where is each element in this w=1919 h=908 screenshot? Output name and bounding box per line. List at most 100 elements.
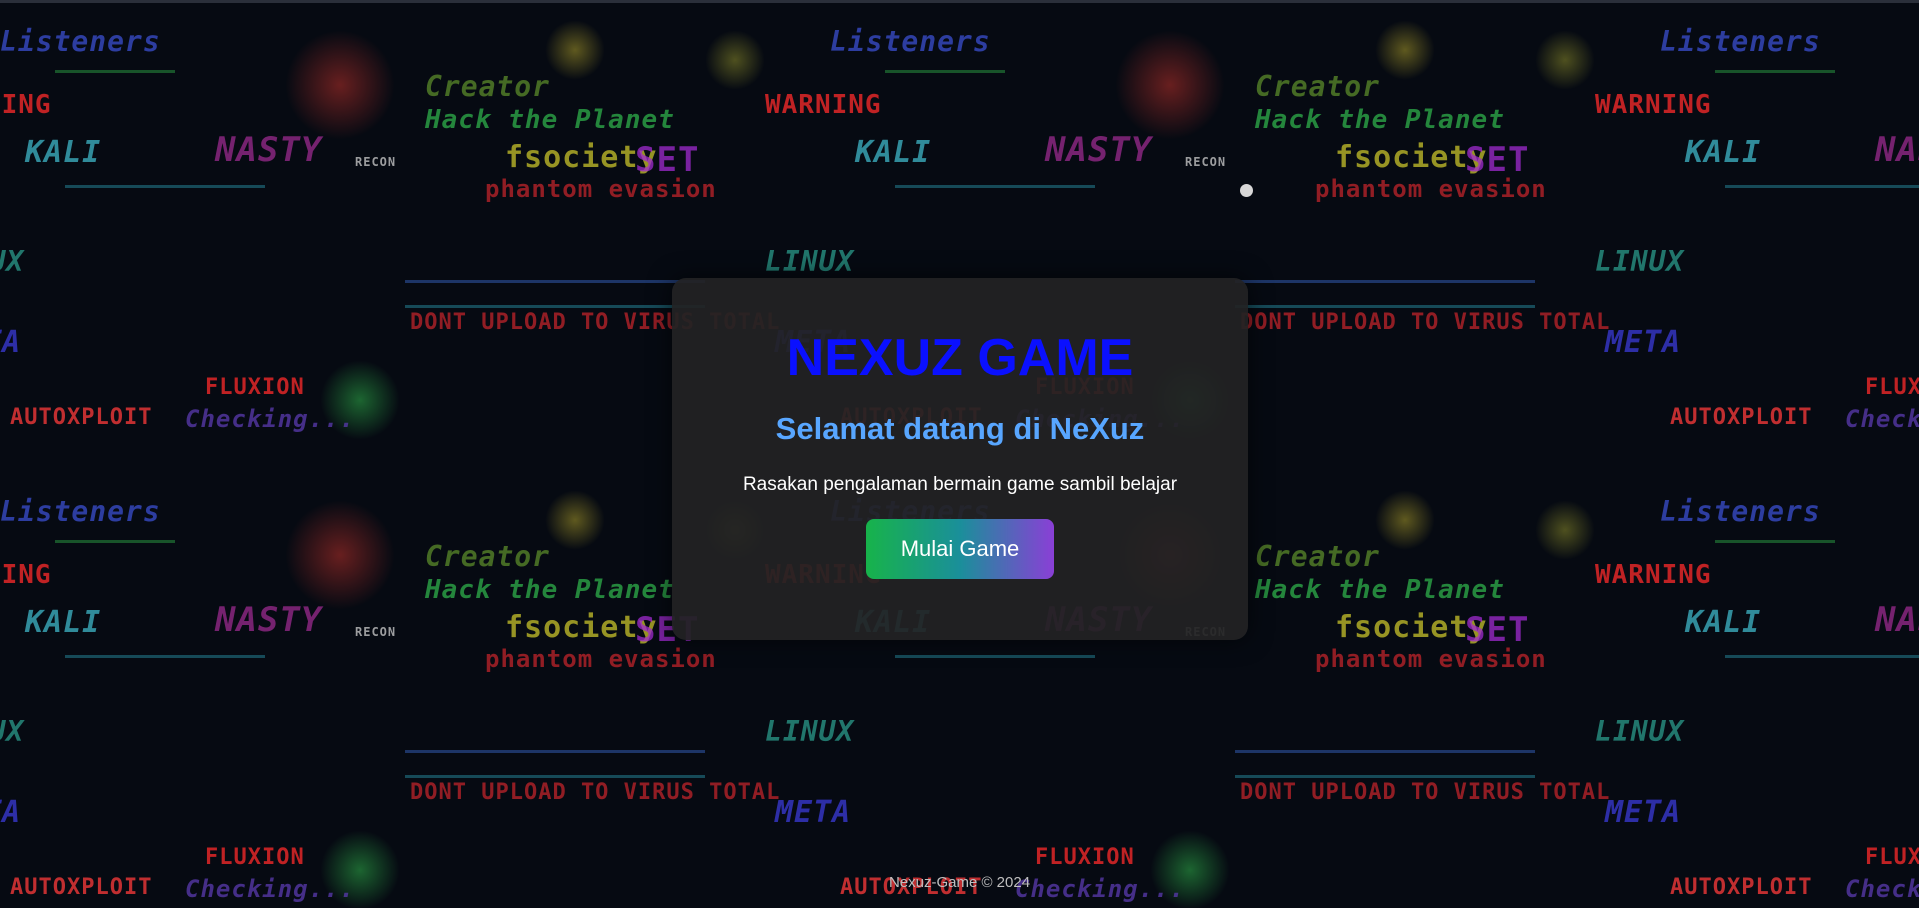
wallpaper-word: META [0, 795, 22, 830]
wallpaper-word: KALI [25, 135, 102, 170]
wallpaper-word: META [775, 795, 852, 830]
wallpaper-word: Hack the Planet [425, 105, 675, 135]
wallpaper-word: SET [1465, 610, 1530, 650]
wallpaper-word: META [1605, 795, 1682, 830]
wallpaper-line [1235, 305, 1535, 308]
wallpaper-word: LINUX [1595, 715, 1685, 748]
wallpaper-word: LINUX [0, 715, 25, 748]
wallpaper-word: Listeners [0, 25, 161, 58]
wallpaper-word: Hack the Planet [425, 575, 675, 605]
wallpaper-word: META [0, 325, 22, 360]
start-game-button[interactable]: Mulai Game [866, 519, 1054, 579]
wallpaper-word: NASTY [1875, 600, 1919, 640]
wallpaper-line [895, 185, 1095, 188]
wallpaper-line [1235, 750, 1535, 753]
wallpaper-word: KALI [1685, 135, 1762, 170]
wallpaper-word: LINUX [0, 245, 25, 278]
wallpaper-word: KALI [855, 135, 932, 170]
wallpaper-word: FLUXION [205, 375, 305, 400]
wallpaper-line [405, 280, 705, 283]
wallpaper-line [405, 750, 705, 753]
wallpaper-word: Checking... [1845, 405, 1919, 433]
wallpaper-word: AUTOXPLOIT [10, 405, 153, 430]
wallpaper-tile: WARNINGKALINASTYfsocietySETHack the Plan… [1525, 0, 1919, 460]
wallpaper-tile: WARNINGKALINASTYfsocietySETHack the Plan… [1525, 460, 1919, 908]
wallpaper-art [545, 490, 605, 550]
wallpaper-word: LINUX [1595, 245, 1685, 278]
footer-copyright: Nexuz-Game © 2024 [888, 874, 1031, 891]
wallpaper-word: NASTY [215, 130, 323, 170]
wallpaper-word: Creator [425, 540, 551, 573]
wallpaper-art [1535, 500, 1595, 560]
wallpaper-word: NASTY [215, 600, 323, 640]
wallpaper-art [285, 500, 395, 610]
wallpaper-line [1235, 775, 1535, 778]
wallpaper-tile: WARNINGKALINASTYfsocietySETHack the Plan… [0, 0, 779, 460]
wallpaper-word: LINUX [765, 715, 855, 748]
wallpaper-word: Listeners [0, 495, 161, 528]
wallpaper-art [285, 30, 395, 140]
welcome-card: NEXUZ GAME Selamat datang di NeXuz Rasak… [672, 278, 1248, 640]
wallpaper-word: WARNING [0, 560, 52, 590]
wallpaper-line [885, 70, 1005, 73]
wallpaper-art [1375, 490, 1435, 550]
wallpaper-art [1375, 20, 1435, 80]
wallpaper-word: LINUX [765, 245, 855, 278]
wallpaper-line [65, 655, 265, 658]
wallpaper-line [1715, 540, 1835, 543]
wallpaper-word: Listeners [1660, 25, 1821, 58]
wallpaper-line [405, 775, 705, 778]
wallpaper-word: Hack the Planet [1255, 575, 1505, 605]
wallpaper-word: phantom evasion [485, 645, 717, 673]
wallpaper-word: META [1605, 325, 1682, 360]
wallpaper-word: Creator [1255, 540, 1381, 573]
wallpaper-word: Listeners [1660, 495, 1821, 528]
wallpaper-art [1535, 30, 1595, 90]
wallpaper-line [1235, 280, 1535, 283]
wallpaper-word: SET [1465, 140, 1530, 180]
wallpaper-word: NASTY [1045, 130, 1153, 170]
wallpaper-word: KALI [1685, 605, 1762, 640]
wallpaper-word: Creator [1255, 70, 1381, 103]
wallpaper-word: AUTOXPLOIT [1670, 405, 1813, 430]
wallpaper-art [545, 20, 605, 80]
welcome-description: Rasakan pengalaman bermain game sambil b… [742, 474, 1178, 495]
welcome-subtitle: Selamat datang di NeXuz [775, 411, 1145, 446]
wallpaper-line [55, 540, 175, 543]
wallpaper-word: WARNING [1595, 90, 1712, 120]
page-title: NEXUZ GAME [786, 329, 1134, 387]
wallpaper-word: Listeners [830, 25, 991, 58]
wallpaper-word: phantom evasion [1315, 175, 1547, 203]
wallpaper-word: FLUXION [1865, 845, 1919, 870]
wallpaper-word: KALI [25, 605, 102, 640]
wallpaper-word: phantom evasion [485, 175, 717, 203]
wallpaper-word: WARNING [765, 90, 882, 120]
wallpaper-word: NASTY [1875, 130, 1919, 170]
wallpaper-word: WARNING [0, 90, 52, 120]
wallpaper-line [1715, 70, 1835, 73]
wallpaper-word: Creator [425, 70, 551, 103]
wallpaper-word: Checking... [185, 405, 355, 433]
wallpaper-word: RECON [355, 625, 397, 639]
top-border [0, 0, 1919, 3]
wallpaper-line [65, 185, 265, 188]
wallpaper-word: WARNING [1595, 560, 1712, 590]
wallpaper-line [1725, 185, 1919, 188]
wallpaper-art [1115, 30, 1225, 140]
wallpaper-word: RECON [1185, 155, 1227, 169]
page: WARNINGKALINASTYfsocietySETHack the Plan… [0, 0, 1919, 908]
wallpaper-line [895, 655, 1095, 658]
wallpaper-word: SET [635, 140, 700, 180]
wallpaper-line [405, 305, 705, 308]
wallpaper-word: RECON [355, 155, 397, 169]
wallpaper-line [1725, 655, 1919, 658]
cursor-dot [1240, 184, 1253, 197]
wallpaper-word: FLUXION [1035, 845, 1135, 870]
wallpaper-word: phantom evasion [1315, 645, 1547, 673]
wallpaper-word: FLUXION [1865, 375, 1919, 400]
wallpaper-line [55, 70, 175, 73]
wallpaper-word: FLUXION [205, 845, 305, 870]
wallpaper-art [705, 30, 765, 90]
wallpaper-tile: WARNINGKALINASTYfsocietySETHack the Plan… [0, 460, 779, 908]
wallpaper-word: Hack the Planet [1255, 105, 1505, 135]
